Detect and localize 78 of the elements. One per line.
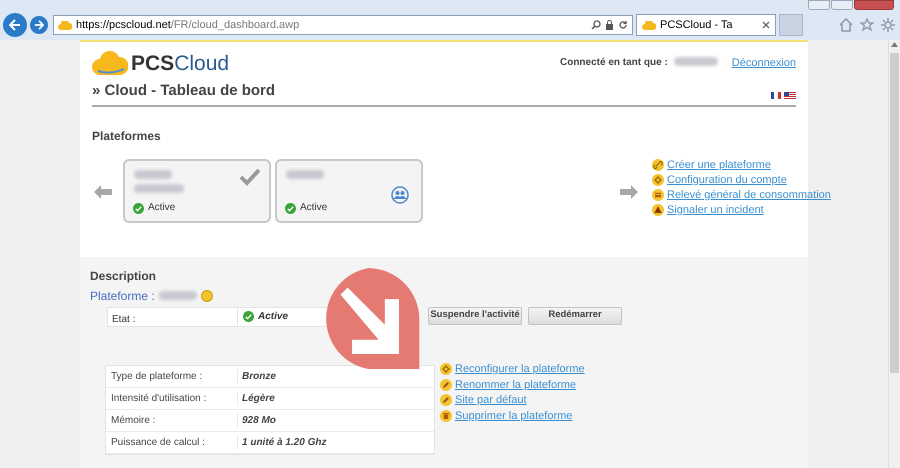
gear-icon <box>652 174 664 186</box>
action-link[interactable]: Signaler un incident <box>667 202 764 218</box>
home-icon[interactable] <box>839 18 853 32</box>
action-button[interactable]: Suspendre l'activité <box>428 306 522 324</box>
connected-label: Connecté en tant que : <box>560 56 668 70</box>
forward-button[interactable] <box>30 16 48 34</box>
help-icon[interactable] <box>200 290 213 302</box>
check-circle-icon <box>133 202 144 214</box>
scroll-up-icon[interactable] <box>891 42 898 47</box>
redacted-text <box>134 170 172 178</box>
chain-icon <box>652 159 664 171</box>
redacted-text <box>134 184 184 192</box>
action-button[interactable]: Redémarrer <box>528 306 622 324</box>
action-link[interactable]: Site par défaut <box>455 392 527 408</box>
browser-tab[interactable]: PCSCloud - Ta <box>636 14 776 36</box>
action-link[interactable]: Créer une plateforme <box>667 156 771 174</box>
cloud-logo-icon <box>92 51 128 75</box>
warning-icon <box>652 204 664 216</box>
check-circle-icon <box>243 311 254 322</box>
pencil-icon <box>440 394 452 406</box>
action-link[interactable]: Supprimer la plateforme <box>455 408 572 424</box>
page-title: » Cloud - Tableau de bord <box>92 81 276 101</box>
us-flag-icon[interactable] <box>784 92 796 98</box>
table-cell-text: 1 unité à 1.20 Ghz <box>241 436 328 450</box>
url-text: https://pcscloud.net/FR/cloud_dashboard.awp <box>76 18 300 33</box>
section-heading: Description <box>90 268 158 284</box>
action-link[interactable]: Configuration du compte <box>667 172 787 188</box>
table-cell: Type de plateforme : <box>106 368 238 384</box>
settings-icon[interactable] <box>881 18 895 32</box>
card-icon <box>652 189 664 201</box>
action-link[interactable]: Reconfigurer la plateforme <box>455 361 585 378</box>
forward-arrow-icon <box>34 20 44 30</box>
pcscloud-logo: PCSCloud <box>92 51 230 75</box>
check-circle-icon <box>285 202 296 214</box>
platform-card[interactable]: Active <box>275 158 423 222</box>
table-cell-text: 928 Mo <box>241 414 277 428</box>
table-cell: Mémoire : <box>106 412 238 428</box>
trash-icon <box>440 410 452 422</box>
close-button[interactable] <box>854 0 894 10</box>
status-text: Active <box>148 203 176 213</box>
redacted-text <box>674 57 718 66</box>
users-icon <box>391 186 409 204</box>
pencil-icon <box>440 378 452 391</box>
platform-label: Plateforme : <box>90 288 155 304</box>
logout-link[interactable]: Déconnexion <box>732 55 796 72</box>
scrollbar[interactable] <box>888 40 900 468</box>
close-icon[interactable] <box>762 21 770 29</box>
scroll-thumb[interactable] <box>890 53 899 373</box>
star-icon[interactable] <box>860 18 874 32</box>
table-cell: Puissance de calcul : <box>106 434 238 450</box>
action-link[interactable]: Renommer la plateforme <box>455 376 576 393</box>
table-cell-text: Légère <box>241 392 276 406</box>
platform-card[interactable]: Active <box>123 158 271 222</box>
table-cell: Intensité d'utilisation : <box>106 390 238 406</box>
cloud-icon <box>642 20 656 30</box>
redacted-text <box>158 291 197 300</box>
right-arrow-icon[interactable] <box>620 184 638 198</box>
table-cell: Etat : <box>108 308 238 326</box>
french-flag-icon[interactable] <box>771 92 781 98</box>
search-icon[interactable] <box>591 20 601 30</box>
lock-icon <box>605 20 614 30</box>
new-tab-button[interactable] <box>779 14 803 36</box>
address-bar[interactable]: https://pcscloud.net/FR/cloud_dashboard.awp <box>53 15 633 35</box>
gear-icon <box>440 363 452 376</box>
maximize-button[interactable] <box>831 0 853 10</box>
state-value: Active <box>258 310 288 324</box>
status-text: Active <box>300 203 328 213</box>
tab-title: PCSCloud - Ta <box>660 18 733 33</box>
minimize-button[interactable] <box>808 0 830 10</box>
left-arrow-icon[interactable] <box>94 184 112 198</box>
section-heading: Plateformes <box>92 128 162 144</box>
cloud-icon <box>58 20 72 30</box>
action-link[interactable]: Relevé général de consommation <box>667 186 831 204</box>
back-button[interactable] <box>3 13 27 37</box>
redacted-text <box>286 170 324 178</box>
refresh-icon[interactable] <box>618 20 628 30</box>
table-cell-text: Bronze <box>241 370 277 384</box>
back-arrow-icon <box>9 19 21 31</box>
